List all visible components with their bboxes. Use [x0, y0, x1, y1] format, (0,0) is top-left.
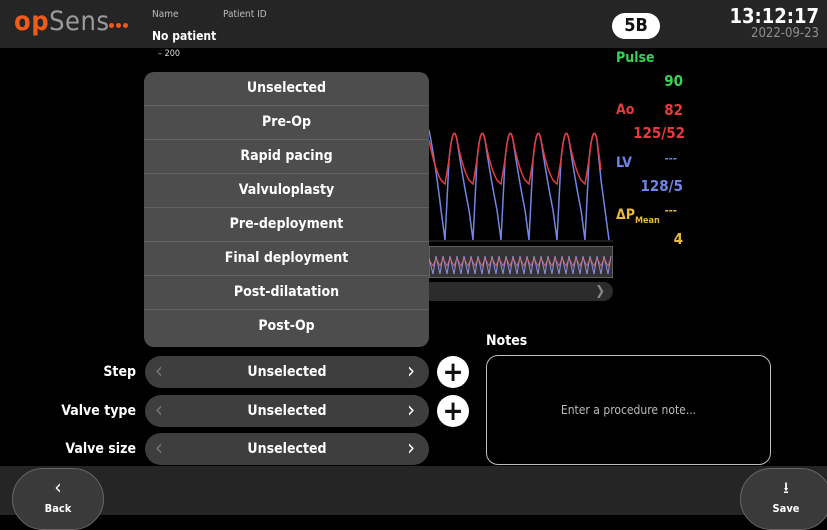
clock-time: 13:12:17: [729, 4, 819, 28]
pressure-waveform: [429, 129, 613, 242]
add-step-button[interactable]: +: [437, 356, 469, 388]
dropdown-option-pre-op[interactable]: Pre-Op: [144, 106, 429, 140]
delta-p-value: 4: [673, 230, 683, 248]
step-value: Unselected: [247, 364, 327, 380]
delta-p-mean-value: ---: [664, 204, 677, 217]
valve-size-label: Valve size: [65, 441, 136, 457]
patient-name[interactable]: No patient: [152, 29, 216, 43]
download-icon: ⭳: [783, 478, 789, 497]
chevron-right-icon[interactable]: ›: [407, 433, 415, 465]
step-dropdown-menu: Unselected Pre-Op Rapid pacing Valvulopl…: [144, 72, 429, 347]
notes-title: Notes: [486, 333, 528, 349]
patient-id-label: Patient ID: [223, 9, 267, 20]
ao-label: Ao: [616, 102, 635, 118]
valve-size-value: Unselected: [247, 441, 327, 457]
valve-size-selector[interactable]: ‹ Unselected ›: [145, 433, 429, 465]
valve-type-label: Valve type: [61, 403, 136, 419]
name-label: Name: [152, 9, 179, 20]
logo-dots-icon: [109, 13, 131, 32]
clock-date: 2022-09-23: [751, 26, 819, 41]
pulse-label: Pulse: [616, 50, 655, 66]
step-label: Step: [103, 364, 136, 380]
dropdown-option-post-op[interactable]: Post-Op: [144, 310, 429, 343]
ao-mean-value: 82: [664, 101, 683, 119]
delta-p-label: ΔPMean: [616, 207, 660, 226]
notes-placeholder: Enter a procedure note...: [560, 403, 697, 417]
back-button[interactable]: ‹ Back: [12, 468, 104, 530]
chevron-right-icon[interactable]: ›: [407, 395, 415, 427]
chevron-right-icon[interactable]: ›: [407, 356, 415, 388]
valve-type-selector[interactable]: ‹ Unselected ›: [145, 395, 429, 427]
dropdown-option-unselected[interactable]: Unselected: [144, 72, 429, 106]
waveform-overview-strip[interactable]: [429, 246, 613, 278]
add-valve-type-button[interactable]: +: [437, 395, 469, 427]
dropdown-option-valvuloplasty[interactable]: Valvuloplasty: [144, 174, 429, 208]
lv-label: LV: [616, 155, 632, 171]
notes-input[interactable]: Enter a procedure note...: [486, 355, 771, 465]
footer-bar: [0, 466, 827, 515]
dropdown-option-final-deployment[interactable]: Final deployment: [144, 242, 429, 276]
valve-type-value: Unselected: [247, 403, 327, 419]
dropdown-option-post-dilatation[interactable]: Post-dilatation: [144, 276, 429, 310]
step-selector[interactable]: ‹ Unselected ›: [145, 356, 429, 388]
chevron-right-icon[interactable]: ❯: [595, 282, 605, 301]
waveform-scrollbar[interactable]: ❯: [429, 282, 613, 301]
room-badge: 5B: [612, 13, 660, 39]
dropdown-option-rapid-pacing[interactable]: Rapid pacing: [144, 140, 429, 174]
lv-mean-value: ---: [664, 152, 677, 165]
dropdown-option-pre-deployment[interactable]: Pre-deployment: [144, 208, 429, 242]
chevron-left-icon: ‹: [54, 475, 62, 499]
pressure-scale-label: – 200: [158, 49, 181, 59]
save-button[interactable]: ⭳ Save: [740, 468, 827, 530]
lv-sys-dia-value: 128/5: [640, 177, 684, 195]
ao-sys-dia-value: 125/52: [633, 124, 685, 142]
opsens-logo: opSens: [14, 6, 110, 37]
pulse-value: 90: [664, 72, 683, 90]
